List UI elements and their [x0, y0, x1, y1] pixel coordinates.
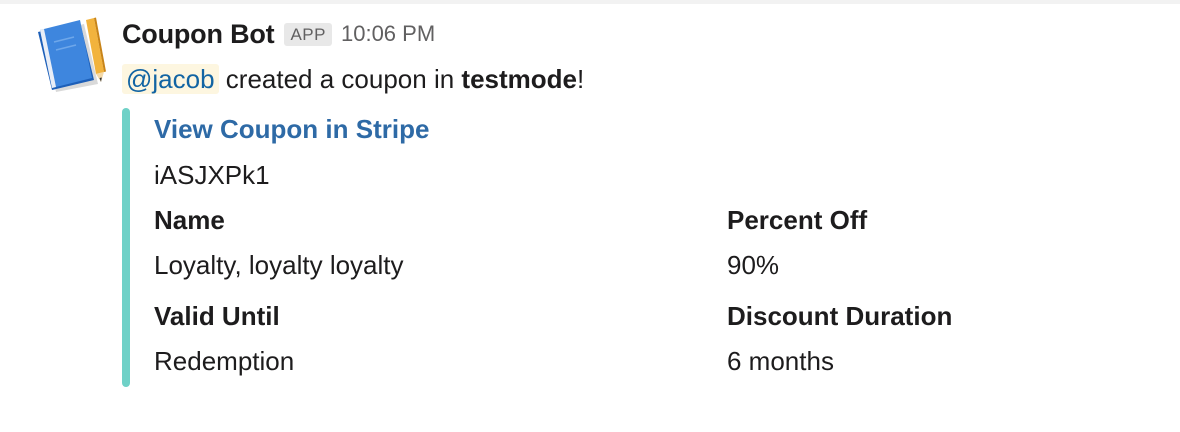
message-text: @jacob created a coupon in testmode!: [122, 62, 1162, 96]
user-mention[interactable]: @jacob: [122, 64, 219, 94]
timestamp[interactable]: 10:06 PM: [341, 21, 435, 47]
field-name: Name Loyalty, loyalty loyalty: [154, 204, 404, 281]
field-valid-until: Valid Until Redemption: [154, 300, 294, 377]
message-text-middle: created a coupon in: [218, 64, 462, 94]
field-title: Discount Duration: [727, 301, 953, 331]
coupon-id: iASJXPk1: [154, 160, 270, 190]
field-title: Percent Off: [727, 205, 868, 235]
field-title: Name: [154, 205, 225, 235]
field-value: Loyalty, loyalty loyalty: [154, 250, 404, 280]
message: Coupon Bot APP 10:06 PM @jacob created a…: [0, 0, 1180, 432]
field-discount-duration: Discount Duration 6 months: [727, 300, 952, 377]
field-value: 90%: [727, 250, 780, 280]
view-coupon-link[interactable]: View Coupon in Stripe: [154, 114, 429, 145]
field-value: Redemption: [154, 346, 295, 376]
notebook-pencil-icon: [38, 17, 106, 92]
field-title: Valid Until: [154, 301, 280, 331]
coupon-attachment: View Coupon in Stripe iASJXPk1 Name Loya…: [122, 108, 1122, 387]
attachment-color-bar: [122, 108, 130, 387]
field-value: 6 months: [727, 346, 834, 376]
app-badge: APP: [284, 22, 332, 46]
message-header: Coupon Bot APP 10:06 PM: [122, 14, 1162, 54]
message-content: Coupon Bot APP 10:06 PM @jacob created a…: [122, 14, 1162, 96]
bot-avatar[interactable]: [34, 16, 106, 92]
sender-name[interactable]: Coupon Bot: [122, 19, 275, 50]
field-percent-off: Percent Off 90%: [727, 204, 867, 281]
environment-name: testmode: [461, 64, 577, 94]
message-text-end: !: [576, 64, 585, 94]
